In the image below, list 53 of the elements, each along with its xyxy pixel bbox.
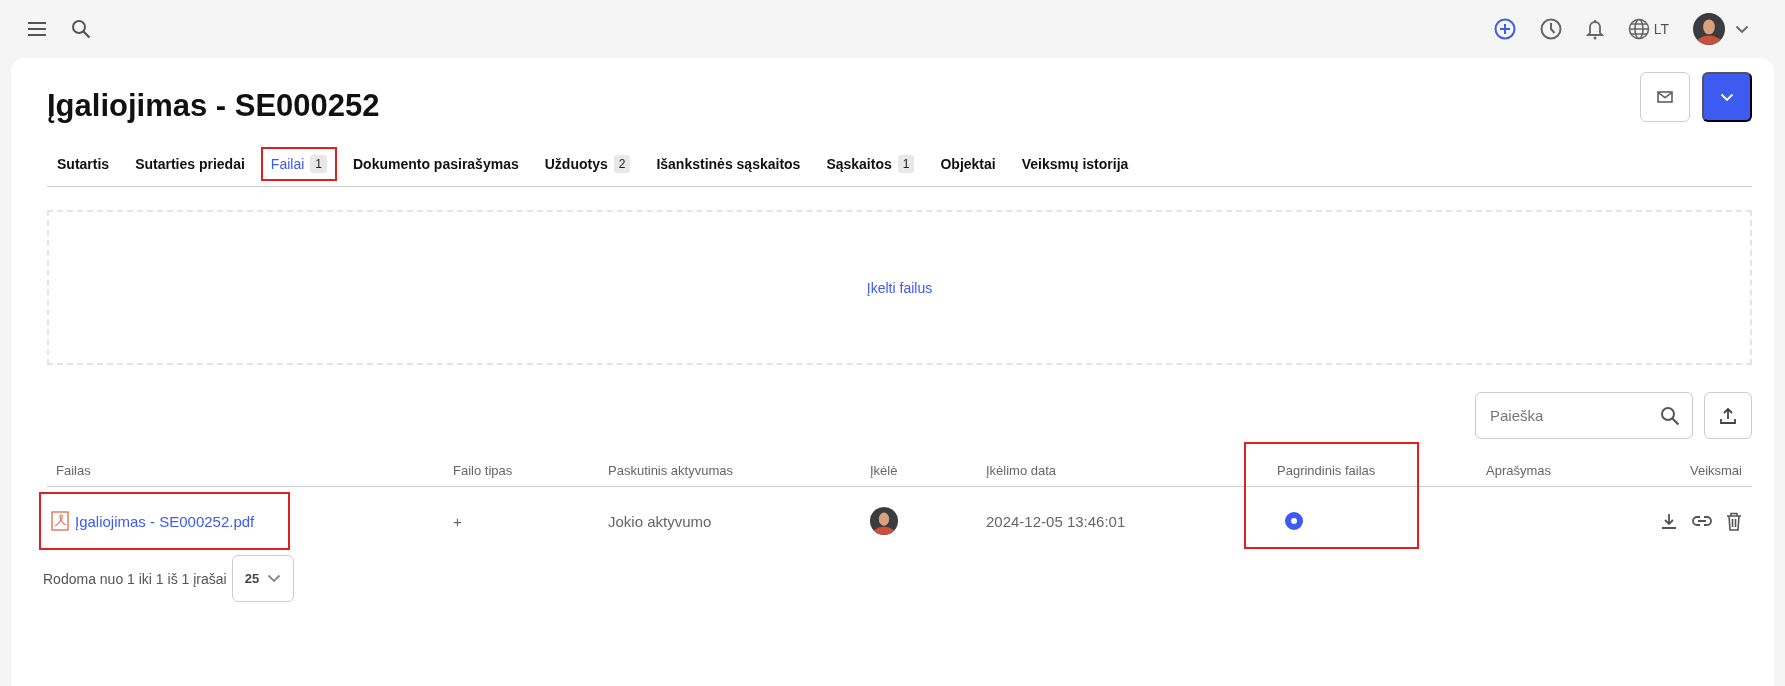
pdf-file-icon (51, 511, 69, 531)
avatar-icon (1693, 13, 1725, 45)
upload-button[interactable] (1704, 392, 1752, 439)
clock-icon[interactable] (1539, 18, 1562, 40)
search-icon[interactable] (71, 19, 91, 39)
download-icon[interactable] (1660, 512, 1678, 530)
upload-icon (1719, 406, 1737, 425)
count-badge: 1 (310, 155, 327, 173)
more-actions-button[interactable] (1702, 72, 1752, 122)
add-icon[interactable] (1493, 18, 1516, 40)
file-link[interactable]: Įgaliojimas - SE000252.pdf (75, 512, 255, 530)
column-header: Pagrindinis failas (1277, 462, 1376, 478)
user-menu-chevron-icon[interactable] (1735, 24, 1749, 34)
pagination-summary: Rodoma nuo 1 iki 1 iš 1 įrašai (43, 570, 227, 587)
language-label[interactable]: LT (1653, 21, 1669, 37)
upload-link[interactable]: Įkelti failus (866, 279, 933, 296)
tab[interactable]: Sutartis (47, 148, 120, 180)
tab[interactable]: Sąskaitos 1 (816, 147, 925, 181)
avatar-icon (870, 507, 898, 535)
search-field[interactable]: Paieška (1475, 392, 1693, 439)
column-header: Įkėlimo data (986, 462, 1057, 478)
page-title: Įgaliojimas - SE000252 (47, 88, 380, 124)
chevron-down-icon[interactable] (1720, 92, 1734, 102)
column-header: Įkėlė (870, 462, 898, 478)
tab[interactable]: Failai 1 (260, 147, 337, 181)
column-header: Failo tipas (453, 462, 513, 478)
tab[interactable]: Užduotys 2 (534, 147, 641, 181)
tab[interactable]: Objektai (930, 148, 1006, 180)
count-badge: 1 (897, 155, 915, 173)
column-header: Veiksmai (1689, 462, 1742, 478)
upload-drop-zone[interactable]: Įkelti failus (47, 210, 1752, 365)
upload-date-text: 2024-12-05 13:46:01 (986, 512, 1126, 530)
column-header: Paskutinis aktyvumas (608, 462, 733, 478)
link-icon[interactable] (1692, 515, 1712, 527)
main-file-radio[interactable] (1285, 512, 1303, 530)
tab[interactable]: Veiksmų istorija (1011, 148, 1139, 180)
dropdown-chevron-icon[interactable] (266, 574, 281, 583)
tab[interactable]: Dokumento pasirašymas (343, 148, 529, 180)
page-size-select[interactable]: 25 (231, 555, 294, 602)
mail-icon (1657, 91, 1673, 103)
column-header: Failas (56, 462, 91, 478)
activity-text: Jokio aktyvumo (608, 512, 712, 530)
menu-icon[interactable] (27, 21, 47, 37)
count-badge: 2 (613, 155, 631, 173)
file-type-text: + (453, 512, 462, 530)
globe-icon[interactable] (1627, 18, 1650, 40)
email-button[interactable] (1640, 72, 1690, 122)
tab[interactable]: Išankstinės sąskaitos (646, 148, 811, 180)
column-header: Aprašymas (1486, 462, 1552, 478)
tab[interactable]: Sutarties priedai (125, 148, 255, 180)
search-icon (1660, 405, 1680, 426)
trash-icon[interactable] (1726, 511, 1742, 531)
bell-icon[interactable] (1585, 18, 1604, 40)
